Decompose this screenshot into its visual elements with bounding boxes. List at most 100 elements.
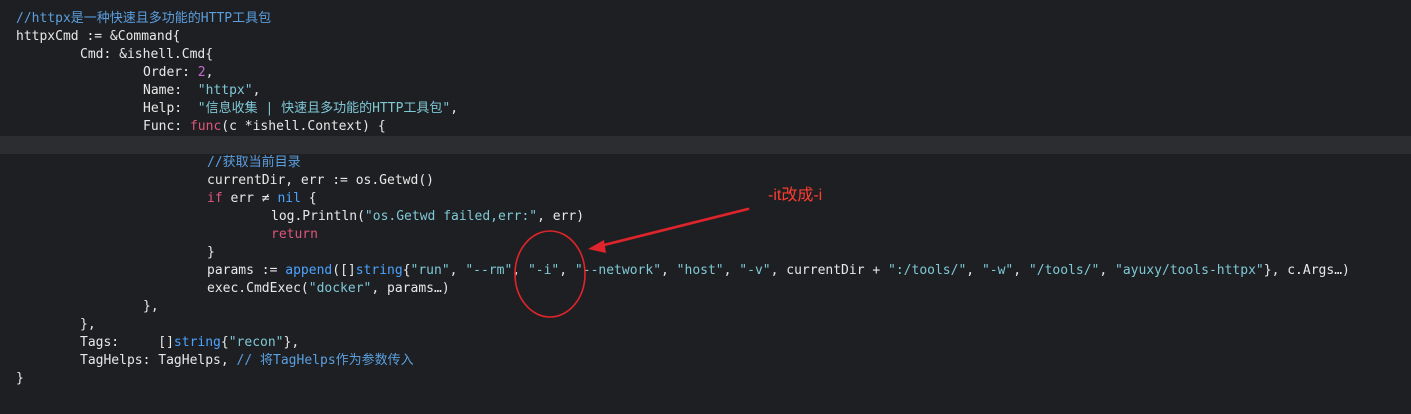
code-token: TagHelps: TagHelps, [80, 353, 237, 368]
code-line-text: Order: 2, [143, 64, 213, 82]
code-editor[interactable]: //httpx是一种快速且多功能的HTTP工具包 httpxCmd := &Com… [0, 0, 1411, 414]
code-line[interactable]: httpxCmd := &Command{ [0, 28, 1411, 46]
code-token: "/tools/" [1028, 263, 1100, 278]
code-line[interactable]: currentDir, err := os.Getwd() [0, 172, 1411, 190]
code-line-text: }, [80, 316, 96, 334]
code-line[interactable]: TagHelps: TagHelps, // 将TagHelps作为参数传入 [0, 352, 1411, 370]
code-line[interactable]: } [0, 370, 1411, 388]
code-line[interactable]: Name: "httpx", [0, 82, 1411, 100]
code-token: currentDir, err := os.Getwd() [207, 173, 434, 188]
code-token: // 将TagHelps作为参数传入 [236, 353, 414, 368]
code-line[interactable]: Tags: []string{"recon"}, [0, 334, 1411, 352]
code-token: , params…) [371, 281, 450, 296]
code-line[interactable]: Cmd: &ishell.Cmd{ [0, 46, 1411, 64]
code-line-text: Cmd: &ishell.Cmd{ [80, 46, 213, 64]
code-line[interactable]: Func: func(c *ishell.Context) { [0, 118, 1411, 136]
code-line[interactable]: Help: "信息收集 | 快速且多功能的HTTP工具包", [0, 100, 1411, 118]
code-line-text: } [16, 370, 24, 388]
code-token: , [512, 263, 528, 278]
code-token: "run" [410, 263, 450, 278]
code-token: 2 [197, 65, 206, 80]
code-line-text: } [207, 244, 215, 262]
code-token: "ayuxy/tools-httpx" [1115, 263, 1264, 278]
code-token: }, [143, 299, 159, 314]
code-token: , [450, 101, 459, 116]
code-token: (c *ishell.Context) { [221, 119, 386, 134]
code-token: Func: [143, 119, 190, 134]
code-token: Order: [143, 65, 198, 80]
code-token: }, [80, 317, 96, 332]
code-line-text: TagHelps: TagHelps, // 将TagHelps作为参数传入 [80, 352, 414, 370]
code-token: , currentDir + [770, 263, 889, 278]
code-line[interactable]: log.Println("os.Getwd failed,err:", err) [0, 208, 1411, 226]
code-token: append [285, 263, 333, 278]
code-line[interactable]: if err ≠ nil { [0, 190, 1411, 208]
code-token: nil [277, 191, 301, 206]
code-token: "--rm" [465, 263, 513, 278]
code-token: , [449, 263, 466, 278]
code-token: //httpx是一种快速且多功能的HTTP工具包 [16, 11, 272, 26]
code-token: "-i" [527, 263, 560, 278]
code-token: { [402, 263, 411, 278]
code-token: func [189, 119, 222, 134]
code-token: }, c.Args…) [1263, 263, 1350, 278]
code-token: "recon" [228, 335, 284, 350]
code-line[interactable] [0, 136, 1411, 154]
code-token: , [205, 65, 214, 80]
code-token: "host" [676, 263, 724, 278]
code-line-text: httpxCmd := &Command{ [16, 28, 180, 46]
code-token: } [16, 371, 24, 386]
code-line[interactable]: params := append([]string{"run", "--rm",… [0, 262, 1411, 280]
annotation-label: -it改成-i [768, 187, 823, 204]
code-line-text: //获取当前目录 [207, 154, 301, 172]
code-line[interactable]: //httpx是一种快速且多功能的HTTP工具包 [0, 10, 1411, 28]
code-token: ":/tools/" [888, 263, 967, 278]
code-token: exec.CmdExec( [207, 281, 309, 296]
code-line-text: return [271, 226, 318, 244]
code-line-text: Tags: []string{"recon"}, [80, 334, 299, 352]
code-token: , [966, 263, 982, 278]
code-token: httpxCmd := &Command{ [16, 29, 181, 44]
code-token: , [252, 83, 261, 98]
code-line[interactable]: }, [0, 316, 1411, 334]
code-token: "httpx" [197, 83, 253, 98]
code-token: "信息收集 | 快速且多功能的HTTP工具包" [197, 101, 451, 116]
code-token: , [1013, 263, 1029, 278]
code-token: log.Println( [271, 209, 365, 224]
code-line[interactable]: }, [0, 298, 1411, 316]
code-token: ([] [332, 263, 356, 278]
code-token: { [220, 335, 229, 350]
code-token: "-w" [981, 263, 1014, 278]
code-token: //获取当前目录 [207, 155, 301, 170]
code-token: , [1099, 263, 1116, 278]
code-line[interactable]: exec.CmdExec("docker", params…) [0, 280, 1411, 298]
code-line-text: Help: "信息收集 | 快速且多功能的HTTP工具包", [143, 100, 458, 118]
code-line[interactable]: } [0, 244, 1411, 262]
code-line-text: Func: func(c *ishell.Context) { [143, 118, 386, 136]
code-line-text: exec.CmdExec("docker", params…) [207, 280, 450, 298]
code-line-text: Name: "httpx", [143, 82, 260, 100]
code-token: Name: [143, 83, 198, 98]
code-line-text: if err ≠ nil { [207, 190, 317, 208]
code-token: , [661, 263, 677, 278]
code-token: params := [207, 263, 286, 278]
code-line[interactable]: //获取当前目录 [0, 154, 1411, 172]
code-token: "os.Getwd failed,err:" [364, 209, 538, 224]
code-token: } [207, 245, 215, 260]
code-token: , [559, 263, 575, 278]
code-token: string [173, 335, 221, 350]
code-token: Cmd: &ishell.Cmd{ [80, 47, 214, 62]
code-token: "-v" [739, 263, 771, 278]
code-line[interactable]: return [0, 226, 1411, 244]
code-token: string [355, 263, 403, 278]
code-line-text: log.Println("os.Getwd failed,err:", err) [271, 208, 584, 226]
code-token: , err) [537, 209, 585, 224]
code-line-text: currentDir, err := os.Getwd() [207, 172, 434, 190]
code-token: if [207, 191, 223, 206]
code-line-text: //httpx是一种快速且多功能的HTTP工具包 [16, 10, 271, 28]
code-token: "--network" [574, 263, 662, 278]
code-line[interactable]: Order: 2, [0, 64, 1411, 82]
code-token: Help: [143, 101, 198, 116]
code-line-text: params := append([]string{"run", "--rm",… [207, 262, 1350, 280]
code-token: }, [283, 335, 300, 350]
